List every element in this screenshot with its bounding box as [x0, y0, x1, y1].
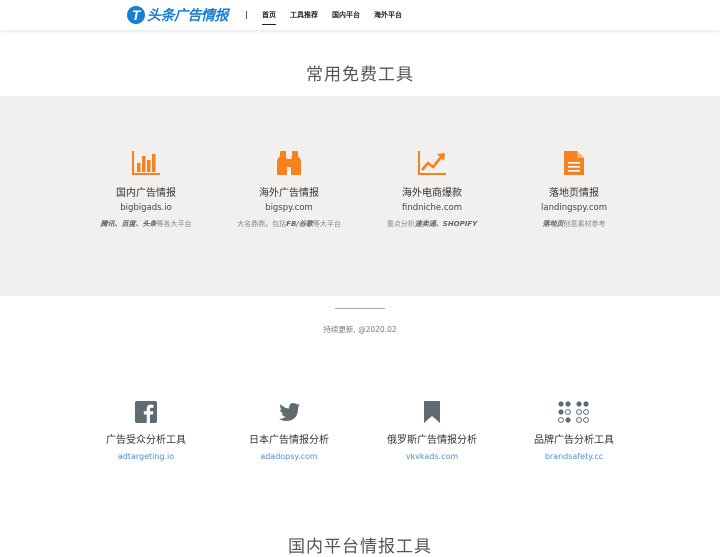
tool-name: 落地页情报: [549, 188, 599, 199]
tool-domain-link[interactable]: landingspy.com: [489, 203, 659, 213]
document-icon: [564, 151, 584, 175]
update-note: 持续更新, @2020.02: [323, 325, 397, 334]
bookmark-icon: [424, 401, 440, 423]
bar-chart-icon: [132, 151, 160, 175]
tool-link[interactable]: brandsafety.cc: [489, 452, 659, 461]
nav-separator: [246, 11, 247, 19]
section-divider: [335, 308, 385, 309]
logo-text: 头条广告情报: [147, 8, 229, 24]
top-header: T 头条广告情报 首页 工具推荐 国内平台 海外平台: [0, 0, 720, 30]
site-logo[interactable]: T 头条广告情报: [127, 5, 229, 25]
tool-name: 品牌广告分析工具: [534, 435, 614, 446]
twitter-icon: [279, 403, 300, 421]
tool-card-brandsafety[interactable]: 品牌广告分析工具 brandsafety.cc: [489, 401, 659, 461]
featured-tools-band: 国内广告情报 bigbigads.io 腾讯、百度、头条等各大平台 海外广告情报…: [0, 96, 720, 296]
main-nav: 首页 工具推荐 国内平台 海外平台: [262, 0, 416, 30]
section-title-free-tools: 常用免费工具: [306, 65, 414, 85]
dots-grid-icon: [558, 401, 589, 423]
nav-item-home[interactable]: 首页: [262, 0, 276, 30]
facebook-icon: [135, 401, 157, 423]
trend-chart-icon: [418, 151, 446, 175]
nav-item-overseas[interactable]: 海外平台: [374, 0, 402, 30]
section-title-domestic-tools: 国内平台情报工具: [288, 537, 432, 557]
tool-description: 落地页创意素材参考: [542, 220, 606, 228]
nav-item-domestic[interactable]: 国内平台: [332, 0, 360, 30]
nav-item-tools[interactable]: 工具推荐: [290, 0, 318, 30]
binoculars-icon: [277, 151, 301, 175]
logo-mark-icon: T: [127, 6, 145, 24]
tool-card-landingspy[interactable]: 落地页情报 landingspy.com 落地页创意素材参考: [489, 150, 659, 229]
